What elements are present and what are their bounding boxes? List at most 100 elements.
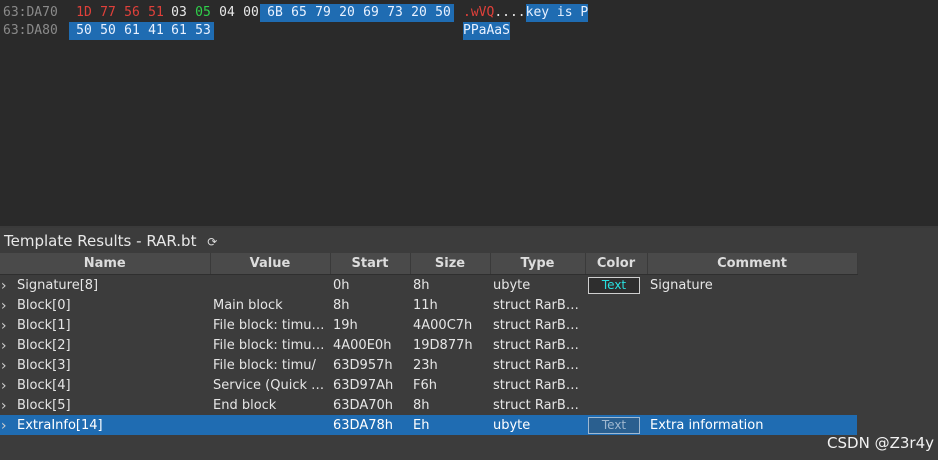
hex-byte[interactable]: 77 <box>97 4 119 22</box>
expand-chevron-icon[interactable]: › <box>1 357 19 374</box>
expand-chevron-icon[interactable]: › <box>1 377 19 394</box>
cell-color: Text <box>585 415 647 435</box>
cell-size: 19D877h <box>413 337 473 353</box>
cell-color <box>585 335 647 355</box>
hex-byte[interactable]: 05 <box>192 4 214 22</box>
table-header-row: Name Value Start Size Type Color Comment <box>0 253 858 275</box>
expand-chevron-icon[interactable]: › <box>1 277 19 294</box>
hex-byte[interactable]: 61 <box>121 22 143 40</box>
cell-name-text: ExtraInfo[14] <box>17 417 103 433</box>
cell-size: Eh <box>410 415 490 435</box>
panel-title-text: Template Results - RAR.bt <box>4 232 197 250</box>
expand-chevron-icon[interactable]: › <box>1 417 19 434</box>
hex-byte[interactable]: 41 <box>145 22 167 40</box>
table-row[interactable]: › Signature[8] 0h 8h ubyte Text Signature <box>0 275 857 296</box>
hex-byte[interactable]: 50 <box>73 22 95 40</box>
refresh-icon[interactable]: ⟳ <box>207 232 217 252</box>
cell-start: 63D97Ah <box>333 377 394 393</box>
cell-name-text: Block[5] <box>17 397 71 413</box>
hex-byte[interactable]: 56 <box>121 4 143 22</box>
cell-name-text: Block[0] <box>17 297 71 313</box>
ascii-column[interactable]: .wVQ....key is P <box>463 4 589 22</box>
table-row[interactable]: › Block[1] File block: timu/fi... 19h 4A00C7… <box>0 315 857 335</box>
ascii-column[interactable]: PPaAaS <box>463 22 510 40</box>
hex-byte[interactable]: 6B <box>264 4 286 22</box>
cell-color <box>585 295 647 315</box>
hex-byte[interactable]: 00 <box>240 4 262 22</box>
ascii-text: .... <box>494 5 526 20</box>
hex-address: 63:DA80 <box>3 23 58 38</box>
cell-start: 0h <box>333 277 350 293</box>
hex-byte[interactable]: 50 <box>97 22 119 40</box>
cell-type: struct RarBlo... <box>493 377 585 393</box>
color-swatch[interactable]: Text <box>588 276 640 294</box>
hex-byte[interactable]: 73 <box>384 4 406 22</box>
cell-comment: Extra information <box>647 415 857 435</box>
ascii-text: PPaAaS <box>463 22 510 40</box>
cell-value <box>210 415 330 435</box>
cell-name: › Block[5] <box>0 395 210 415</box>
template-results-panel: Template Results - RAR.bt ⟳ Name Value S… <box>0 228 938 460</box>
cell-name-text: Block[4] <box>17 377 71 393</box>
template-results-table: Name Value Start Size Type Color Comment… <box>0 253 858 435</box>
cell-color <box>585 395 647 415</box>
cell-type: struct RarBlo... <box>493 337 585 353</box>
column-header-start[interactable]: Start <box>330 253 411 275</box>
hex-editor-pane[interactable]: 63:DA70 1D 77 56 51 03 05 04 00 6B 65 79 20 69 73 20 50.… <box>0 0 938 226</box>
hex-byte[interactable]: 20 <box>336 4 358 22</box>
cell-value: File block: timu/s... <box>213 337 330 353</box>
cell-type: struct RarBlo... <box>493 317 585 333</box>
hex-byte[interactable]: 04 <box>216 4 238 22</box>
hex-address: 63:DA70 <box>3 5 58 20</box>
cell-value: Service (Quick o... <box>213 377 330 393</box>
hex-byte[interactable]: 20 <box>408 4 430 22</box>
table-row[interactable]: › Block[3] File block: timu/63D957h 23h stru… <box>0 355 857 375</box>
column-header-type[interactable]: Type <box>490 253 586 275</box>
column-header-color[interactable]: Color <box>585 253 648 275</box>
cell-type: ubyte <box>493 277 531 293</box>
column-header-name[interactable]: Name <box>0 253 211 275</box>
cell-comment <box>647 315 857 335</box>
color-swatch[interactable]: Text <box>588 416 640 434</box>
expand-chevron-icon[interactable]: › <box>1 397 19 414</box>
column-header-size[interactable]: Size <box>410 253 491 275</box>
cell-size: 11h <box>413 297 438 313</box>
table-row[interactable]: › Block[0] Main block 8h 11h struct RarBlo... <box>0 295 857 315</box>
hex-byte[interactable]: 53 <box>192 22 214 40</box>
expand-chevron-icon[interactable]: › <box>1 317 19 334</box>
column-header-comment[interactable]: Comment <box>647 253 858 275</box>
cell-type: struct RarBlo... <box>493 397 585 413</box>
cell-start: 8h <box>333 297 350 313</box>
hex-byte[interactable]: 51 <box>145 4 167 22</box>
hex-byte[interactable]: 65 <box>288 4 310 22</box>
cell-type: ubyte <box>490 415 585 435</box>
cell-name: › Signature[8] <box>0 275 210 296</box>
cell-comment: Signature <box>650 277 713 293</box>
table-row[interactable]: › Block[4] Service (Quick o... 63D97Ah F6h st… <box>0 375 857 395</box>
hex-byte[interactable]: 61 <box>168 22 190 40</box>
expand-chevron-icon[interactable]: › <box>1 337 19 354</box>
cell-size: 8h <box>413 397 430 413</box>
cell-name: › ExtraInfo[14] <box>0 415 210 435</box>
ascii-text: key is P <box>525 4 589 22</box>
cell-size: 8h <box>413 277 430 293</box>
table-row[interactable]: › Block[5] End block 63DA70h 8h struct RarBlo… <box>0 395 857 415</box>
cell-type: struct RarBlo... <box>493 357 585 373</box>
ascii-text: .wVQ <box>463 5 495 20</box>
expand-chevron-icon[interactable]: › <box>1 297 19 314</box>
table-row[interactable]: › ExtraInfo[14] 63DA78h Eh ubyte Text Extra in… <box>0 415 857 435</box>
cell-comment <box>647 355 857 375</box>
table-row[interactable]: › Block[2] File block: timu/s... 4A00E0h 19D… <box>0 335 857 355</box>
cell-name: › Block[0] <box>0 295 210 315</box>
hex-byte[interactable]: 79 <box>312 4 334 22</box>
hex-byte[interactable]: 50 <box>432 4 454 22</box>
hex-byte[interactable]: 1D <box>73 4 95 22</box>
cell-color <box>585 375 647 395</box>
cell-comment <box>647 375 857 395</box>
cell-value: File block: timu/fi... <box>213 317 330 333</box>
hex-byte[interactable]: 69 <box>360 4 382 22</box>
cell-name-text: Signature[8] <box>17 277 99 293</box>
cell-name: › Block[1] <box>0 315 210 335</box>
hex-byte[interactable]: 03 <box>168 4 190 22</box>
column-header-value[interactable]: Value <box>210 253 331 275</box>
